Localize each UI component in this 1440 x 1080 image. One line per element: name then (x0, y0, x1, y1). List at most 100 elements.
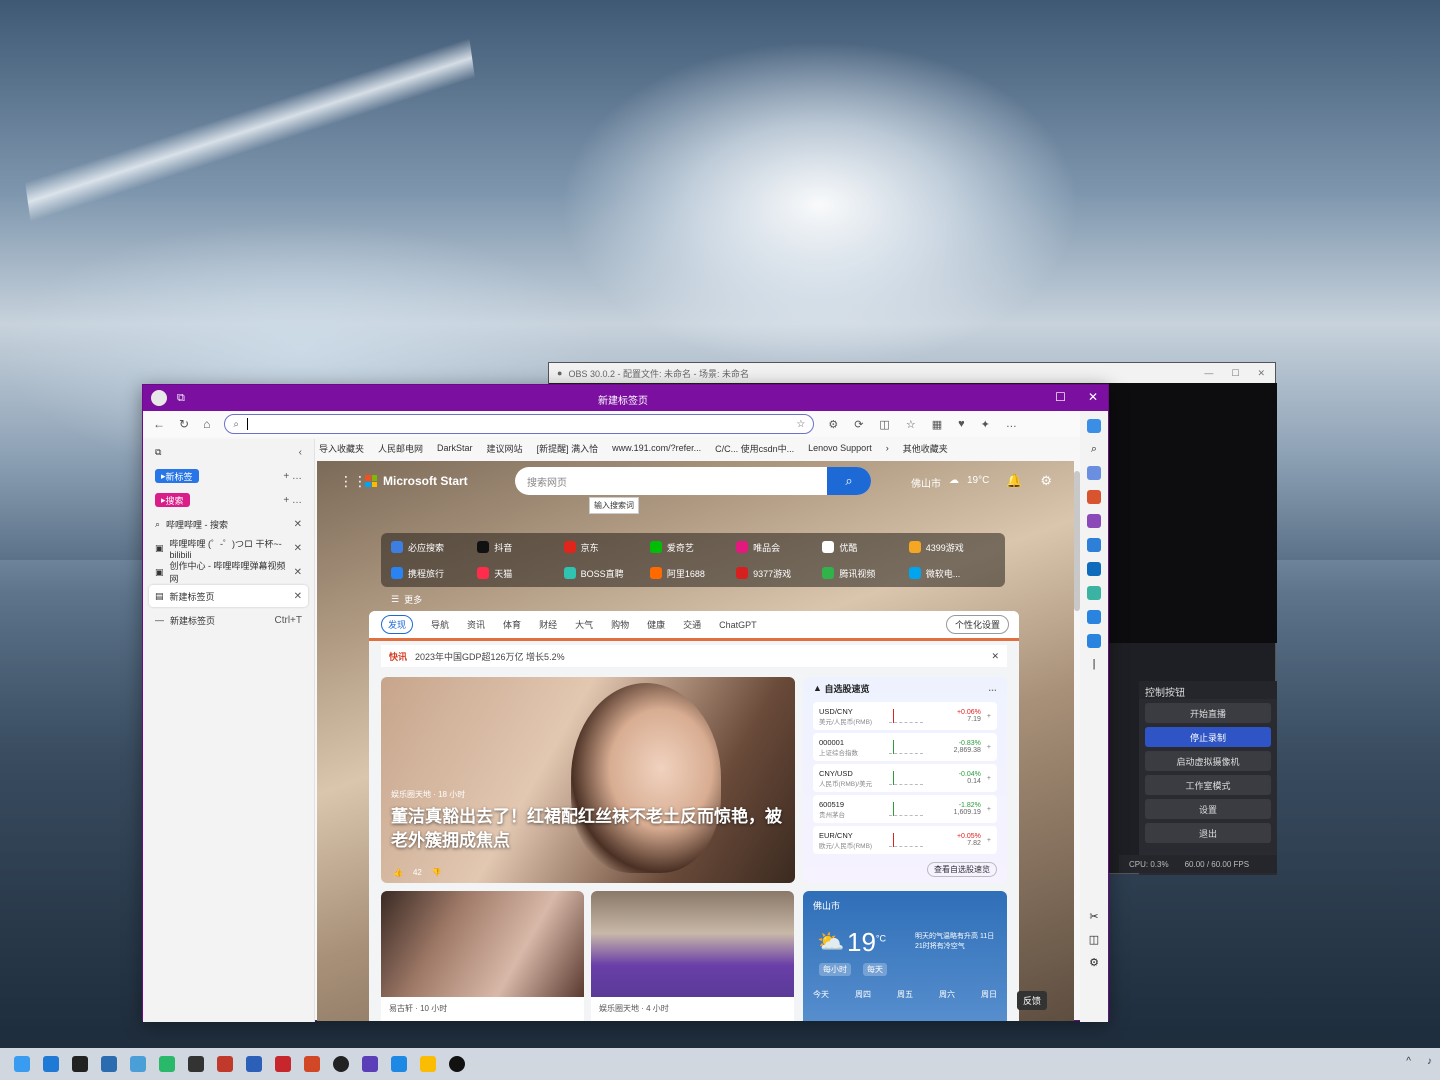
close-icon[interactable]: ✕ (1088, 390, 1098, 404)
feed-tab[interactable]: 体育 (503, 618, 521, 631)
games-icon[interactable] (1087, 514, 1101, 528)
split-screen-icon[interactable]: ◫ (879, 418, 889, 431)
quicklink[interactable]: 微软电... (908, 563, 995, 583)
add-icon[interactable]: + (987, 744, 991, 751)
favorite-star-icon[interactable]: ☆ (796, 419, 805, 430)
start-streaming-button[interactable]: 开始直播 (1145, 703, 1271, 723)
feed-tab[interactable]: 健康 (647, 618, 665, 631)
weather-tab-hourly[interactable]: 每小时 (819, 963, 851, 976)
sync-icon[interactable]: ⟳ (854, 418, 863, 431)
collapse-panel-icon[interactable]: ‹ (299, 447, 302, 458)
news-card[interactable]: 娱乐圈天地 · 4 小时 (591, 891, 794, 1021)
notepad-icon[interactable] (101, 1056, 117, 1072)
header-weather[interactable]: 佛山市 ☁ 19°C (911, 475, 989, 490)
bookmark-item[interactable]: www.191.com/?refer... (612, 443, 701, 453)
stock-row[interactable]: 000001 上证综合指数 -0.83% 2,869.38 + (813, 733, 997, 761)
chevron-right-icon[interactable]: › (886, 443, 889, 453)
feed-tab[interactable]: ChatGPT (719, 620, 757, 630)
search-icon[interactable]: ⌕ (1091, 443, 1097, 456)
stock-row[interactable]: USD/CNY 美元/人民币(RMB) +0.06% 7.19 + (813, 702, 997, 730)
add-icon[interactable]: + (987, 806, 991, 813)
quicklink[interactable]: 9377游戏 (736, 563, 822, 583)
dislike-icon[interactable]: 👎 (432, 868, 442, 877)
feed-tab[interactable]: 财经 (539, 618, 557, 631)
vscode-icon[interactable] (43, 1056, 59, 1072)
collections-icon[interactable]: ▦ (932, 418, 942, 431)
bookmark-item[interactable]: DarkStar (437, 443, 473, 453)
quicklink[interactable]: 京东 (563, 537, 650, 557)
add-tab-icon[interactable]: + … (283, 471, 302, 482)
stock-row[interactable]: 600519 贵州茅台 -1.82% 1,609.19 + (813, 795, 997, 823)
quicklink[interactable]: 阿里1688 (649, 563, 736, 583)
app-icon[interactable] (449, 1056, 465, 1072)
app-icon[interactable] (391, 1056, 407, 1072)
feed-tab[interactable]: 导航 (431, 618, 449, 631)
quicklink[interactable]: 唯品会 (736, 537, 822, 557)
news-flash[interactable]: 快讯 2023年中国GDP超126万亿 增长5.2% ✕ (381, 645, 1007, 667)
sidebar-settings-gear-icon[interactable]: ⚙ (1089, 956, 1099, 969)
microsoft-365-icon[interactable] (1087, 538, 1101, 552)
stock-row[interactable]: CNY/USD 人民币(RMB)/美元 -0.04% 0.14 + (813, 764, 997, 792)
translate-icon[interactable] (1087, 634, 1101, 648)
bookmark-item[interactable]: Lenovo Support (808, 443, 872, 453)
home-icon[interactable]: ⌂ (203, 417, 210, 431)
microsoft-start-logo[interactable]: Microsoft Start (365, 474, 468, 488)
tab-group-chip[interactable]: ▸ 搜索 (155, 493, 190, 507)
more-icon[interactable]: … (988, 683, 997, 693)
settings-button[interactable]: 设置 (1145, 799, 1271, 819)
quicklink[interactable]: 携程旅行 (391, 563, 477, 583)
add-icon[interactable]: + (987, 713, 991, 720)
tab-group-2[interactable]: ▸ 搜索 + … (149, 489, 308, 511)
chevron-up-icon[interactable]: ^ (1406, 1056, 1411, 1067)
add-icon[interactable]: + (987, 775, 991, 782)
copilot-icon[interactable] (1087, 419, 1101, 433)
shopping-tag-icon[interactable] (1087, 466, 1101, 480)
bookmark-item[interactable]: 人民邮电网 (378, 442, 423, 455)
add-icon[interactable]: + (987, 837, 991, 844)
stock-row[interactable]: EUR/CNY 欧元/人民币(RMB) +0.05% 7.82 + (813, 826, 997, 854)
minimize-icon[interactable]: — (1204, 368, 1213, 379)
app-icon[interactable] (188, 1056, 204, 1072)
tools-icon[interactable] (1087, 490, 1101, 504)
feed-tab-active[interactable]: 发现 (381, 615, 414, 634)
drop-icon[interactable] (1087, 586, 1101, 600)
app-icon[interactable] (217, 1056, 233, 1072)
personalize-button[interactable]: 个性化设置 (945, 615, 1009, 634)
view-watchlist-button[interactable]: 查看自选股速览 (927, 862, 997, 877)
tab-item[interactable]: ▣ 哔哩哔哩 (゜-゜)つロ 干杯~-bilibili ✕ (149, 537, 308, 560)
tab-item[interactable]: ⌕ 哔哩哔哩 - 搜索 ✕ (149, 513, 308, 535)
page-settings-gear-icon[interactable]: ⚙ (1040, 473, 1052, 489)
maximize-icon[interactable]: ☐ (1055, 390, 1066, 404)
stop-recording-button[interactable]: 停止录制 (1145, 727, 1271, 747)
translate-icon[interactable] (1087, 610, 1101, 624)
close-icon[interactable]: ✕ (1257, 368, 1265, 379)
feed-tab[interactable]: 资讯 (467, 618, 485, 631)
feed-tab[interactable]: 交通 (683, 618, 701, 631)
browser-window[interactable]: ⧉ 新建标签页 ☐ ✕ ← ↻ ⌂ ⌕ ☆ ⚙ ⟳ ◫ ☆ ▦ ♥ ✦ … 导入… (142, 384, 1109, 1022)
app-icon[interactable] (420, 1056, 436, 1072)
close-tab-icon[interactable]: ✕ (294, 519, 302, 530)
app-icon[interactable] (275, 1056, 291, 1072)
calculator-icon[interactable] (159, 1056, 175, 1072)
app-launcher-icon[interactable]: ⋮⋮ (339, 473, 367, 490)
bookmark-item[interactable]: C/C... 使用csdn中... (715, 442, 794, 455)
close-tab-icon[interactable]: ✕ (294, 543, 302, 554)
obs-taskbar-icon[interactable] (333, 1056, 349, 1072)
outlook-icon[interactable] (1087, 562, 1101, 576)
quicklink[interactable]: 必应搜索 (391, 537, 477, 557)
terminal-icon[interactable] (72, 1056, 88, 1072)
like-icon[interactable]: 👍 (393, 868, 403, 877)
quicklink[interactable]: 优酷 (822, 537, 908, 557)
weather-tab-daily[interactable]: 每天 (863, 963, 887, 976)
profile-avatar[interactable] (151, 390, 167, 406)
new-tab-button[interactable]: — 新建标签页 Ctrl+T (149, 609, 308, 631)
web-search-box[interactable]: 搜索网页 ⌕ (515, 467, 871, 495)
hero-title[interactable]: 董洁真豁出去了！红裙配红丝袜不老土反而惊艳，被老外簇拥成焦点 (391, 805, 787, 853)
extension-icon[interactable]: ⚙ (828, 418, 838, 431)
powerpoint-icon[interactable] (304, 1056, 320, 1072)
add-tab-icon[interactable]: + … (283, 495, 302, 506)
quicklink[interactable]: 天猫 (477, 563, 563, 583)
address-bar[interactable]: ⌕ ☆ (224, 414, 815, 434)
feed-tab[interactable]: 购物 (611, 618, 629, 631)
speaker-icon[interactable]: ♪ (1427, 1056, 1432, 1067)
